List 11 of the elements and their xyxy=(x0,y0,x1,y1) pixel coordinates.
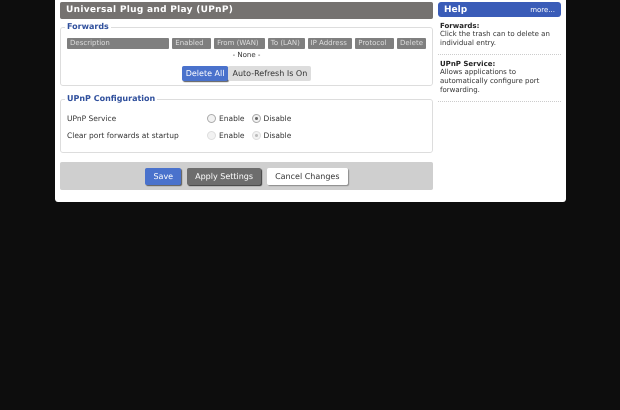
radio-button[interactable] xyxy=(252,114,261,123)
apply-button[interactable]: Apply Settings xyxy=(187,168,262,184)
save-button[interactable]: Save xyxy=(145,168,182,184)
auto-refresh-button[interactable]: Auto-Refresh Is On xyxy=(228,66,312,81)
cancel-button[interactable]: Cancel Changes xyxy=(267,168,348,184)
group-legend: Forwards xyxy=(65,22,111,31)
section-title: Universal Plug and Play (UPnP) xyxy=(60,2,433,19)
group-legend: UPnP Configuration xyxy=(65,94,158,103)
delete-all-button[interactable]: Delete All xyxy=(182,66,228,81)
radio-button[interactable] xyxy=(207,114,216,123)
help-title: Help xyxy=(444,4,468,14)
